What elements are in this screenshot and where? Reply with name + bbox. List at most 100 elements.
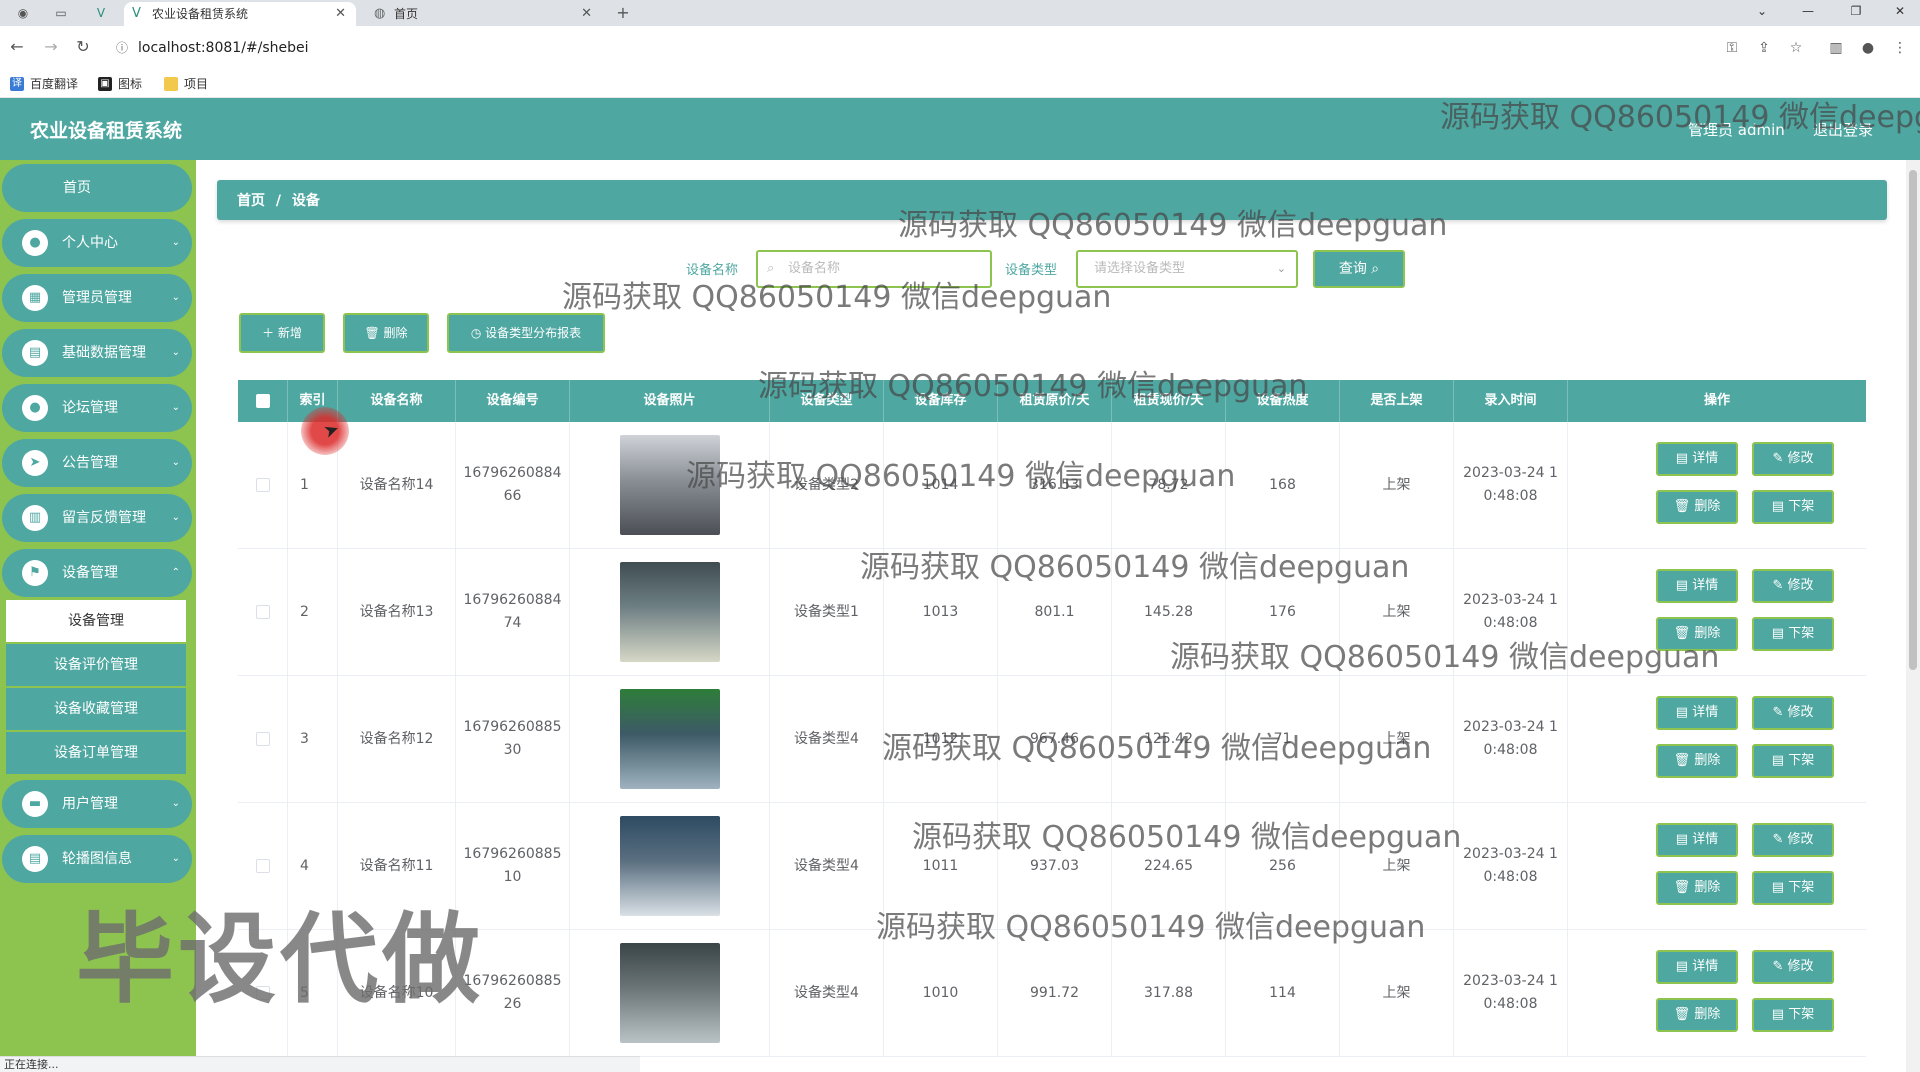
row-delete-button[interactable]: 🗑 删除 bbox=[1656, 744, 1738, 778]
detail-label: 详情 bbox=[1692, 832, 1719, 847]
current-price: 145.28 bbox=[1112, 549, 1226, 675]
vue-logo-icon[interactable]: V bbox=[92, 4, 110, 22]
sidebar-item-forum[interactable]: ● 论坛管理 ⌄ bbox=[2, 384, 192, 432]
row-delete-button[interactable]: 🗑 删除 bbox=[1656, 998, 1738, 1032]
more-icon[interactable]: ⋮ bbox=[1890, 38, 1910, 58]
browser-menu-icon[interactable]: ◉ bbox=[14, 4, 32, 22]
offshelf-button[interactable]: ▤ 下架 bbox=[1752, 871, 1834, 905]
reload-icon[interactable]: ↻ bbox=[72, 36, 94, 58]
tab-app[interactable]: V 农业设备租赁系统 ✕ bbox=[124, 2, 356, 26]
report-button[interactable]: ◷ 设备类型分布报表 bbox=[447, 313, 605, 353]
pinned-tab-icon[interactable]: ▭ bbox=[52, 4, 70, 22]
edit-button[interactable]: ✎ 修改 bbox=[1752, 696, 1834, 730]
sidebar-item-personal-center[interactable]: ● 个人中心 ⌄ bbox=[2, 219, 192, 267]
equipment-photo[interactable] bbox=[619, 435, 720, 535]
equipment-code: 16796260884 66 bbox=[456, 422, 570, 548]
sidebar-item-users[interactable]: ▬ 用户管理 ⌄ bbox=[2, 780, 192, 828]
detail-button[interactable]: ▤ 详情 bbox=[1656, 823, 1738, 857]
submenu-equipment-orders[interactable]: 设备订单管理 bbox=[6, 732, 186, 774]
column-header[interactable]: 是否上架 bbox=[1340, 380, 1454, 422]
sidebar-item-basic-data[interactable]: ▤ 基础数据管理 ⌄ bbox=[2, 329, 192, 377]
page-scrollbar[interactable] bbox=[1906, 160, 1920, 1072]
column-header[interactable]: 设备库存 bbox=[884, 380, 998, 422]
row-checkbox[interactable] bbox=[255, 732, 270, 746]
query-button[interactable]: 查询 ⌕ bbox=[1313, 250, 1405, 288]
edit-button[interactable]: ✎ 修改 bbox=[1752, 442, 1834, 476]
column-header[interactable]: 租赁原价/天 bbox=[998, 380, 1112, 422]
edit-button[interactable]: ✎ 修改 bbox=[1752, 823, 1834, 857]
offshelf-button[interactable]: ▤ 下架 bbox=[1752, 998, 1834, 1032]
new-tab-button[interactable]: + bbox=[614, 4, 632, 22]
window-close-icon[interactable]: ✕ bbox=[1880, 0, 1920, 24]
name-search-input[interactable]: ⌕ 设备名称 bbox=[756, 250, 992, 288]
row-checkbox[interactable] bbox=[255, 859, 270, 873]
column-header[interactable]: 设备照片 bbox=[570, 380, 770, 422]
edit-button[interactable]: ✎ 修改 bbox=[1752, 950, 1834, 984]
type-select[interactable]: 请选择设备类型 ⌄ bbox=[1076, 250, 1298, 288]
sidebar-item-equipment[interactable]: ⚑ 设备管理 ⌃ bbox=[2, 549, 192, 597]
share-icon[interactable]: ⇪ bbox=[1754, 38, 1774, 58]
detail-button[interactable]: ▤ 详情 bbox=[1656, 950, 1738, 984]
column-header[interactable]: 设备名称 bbox=[338, 380, 456, 422]
detail-button[interactable]: ▤ 详情 bbox=[1656, 442, 1738, 476]
column-header[interactable]: 录入时间 bbox=[1454, 380, 1568, 422]
bookmark-folder-project[interactable]: 项目 bbox=[164, 75, 208, 93]
forward-icon[interactable]: → bbox=[40, 36, 62, 58]
offshelf-button[interactable]: ▤ 下架 bbox=[1752, 490, 1834, 524]
minimize-icon[interactable]: — bbox=[1788, 0, 1828, 24]
admin-label: 管理员 admin bbox=[1688, 121, 1785, 139]
equipment-photo[interactable] bbox=[619, 689, 720, 789]
row-checkbox[interactable] bbox=[255, 605, 270, 619]
back-icon[interactable]: ← bbox=[6, 36, 28, 58]
logout-link[interactable]: 退出登录 bbox=[1813, 119, 1873, 140]
bookmark-baidu-translate[interactable]: 译 百度翻译 bbox=[10, 75, 78, 93]
column-header[interactable]: 设备编号 bbox=[456, 380, 570, 422]
edit-label: 修改 bbox=[1787, 578, 1814, 593]
row-delete-button[interactable]: 🗑 删除 bbox=[1656, 871, 1738, 905]
breadcrumb-home[interactable]: 首页 bbox=[237, 193, 265, 209]
search-icon: ⌕ bbox=[1371, 261, 1380, 277]
detail-button[interactable]: ▤ 详情 bbox=[1656, 696, 1738, 730]
tab-home[interactable]: ◍ 首页 ✕ bbox=[366, 2, 602, 26]
edit-button[interactable]: ✎ 修改 bbox=[1752, 569, 1834, 603]
sidebar-item-feedback[interactable]: ▥ 留言反馈管理 ⌄ bbox=[2, 494, 192, 542]
delete-button[interactable]: 🗑 删除 bbox=[343, 313, 429, 353]
chevron-down-icon[interactable]: ⌄ bbox=[1742, 0, 1782, 24]
offshelf-button[interactable]: ▤ 下架 bbox=[1752, 617, 1834, 651]
sidebar-item-home[interactable]: 首页 bbox=[2, 164, 192, 212]
bookmark-icons[interactable]: ▣ 图标 bbox=[98, 75, 142, 93]
column-header[interactable]: 租赁现价/天 bbox=[1112, 380, 1226, 422]
star-icon[interactable]: ☆ bbox=[1786, 38, 1806, 58]
offshelf-label: 下架 bbox=[1788, 1007, 1815, 1022]
sidebar-item-carousel[interactable]: ▤ 轮播图信息 ⌄ bbox=[2, 835, 192, 883]
sidepanel-icon[interactable]: ▥ bbox=[1826, 38, 1846, 58]
equipment-photo[interactable] bbox=[619, 816, 720, 916]
equipment-photo[interactable] bbox=[619, 943, 720, 1043]
sidebar-item-announcement[interactable]: ➤ 公告管理 ⌄ bbox=[2, 439, 192, 487]
row-select-cell bbox=[238, 549, 288, 675]
submenu-equipment-review[interactable]: 设备评价管理 bbox=[6, 644, 186, 686]
offshelf-button[interactable]: ▤ 下架 bbox=[1752, 744, 1834, 778]
equipment-photo[interactable] bbox=[619, 562, 720, 662]
close-icon[interactable]: ✕ bbox=[335, 2, 346, 26]
sidebar-item-admin-management[interactable]: ▦ 管理员管理 ⌄ bbox=[2, 274, 192, 322]
row-delete-button[interactable]: 🗑 删除 bbox=[1656, 490, 1738, 524]
close-icon[interactable]: ✕ bbox=[581, 2, 592, 26]
scroll-thumb[interactable] bbox=[1909, 170, 1917, 670]
key-icon[interactable]: ⚿ bbox=[1722, 38, 1742, 58]
column-header[interactable]: 设备类型 bbox=[770, 380, 884, 422]
select-all-checkbox[interactable] bbox=[256, 394, 270, 408]
url-field[interactable]: ⓘ localhost:8081/#/shebei bbox=[108, 33, 1708, 63]
add-button[interactable]: ＋ 新增 bbox=[239, 313, 325, 353]
profile-icon[interactable]: ● bbox=[1858, 38, 1878, 58]
row-checkbox[interactable] bbox=[255, 478, 270, 492]
tab-title: 农业设备租赁系统 bbox=[152, 7, 249, 21]
info-icon[interactable]: ⓘ bbox=[116, 33, 128, 63]
column-header[interactable]: 设备热度 bbox=[1226, 380, 1340, 422]
detail-button[interactable]: ▤ 详情 bbox=[1656, 569, 1738, 603]
submenu-equipment-management[interactable]: 设备管理 bbox=[6, 600, 186, 642]
submenu-equipment-favorites[interactable]: 设备收藏管理 bbox=[6, 688, 186, 730]
restore-icon[interactable]: ❐ bbox=[1836, 0, 1876, 24]
row-checkbox[interactable] bbox=[255, 986, 270, 1000]
row-delete-button[interactable]: 🗑 删除 bbox=[1656, 617, 1738, 651]
